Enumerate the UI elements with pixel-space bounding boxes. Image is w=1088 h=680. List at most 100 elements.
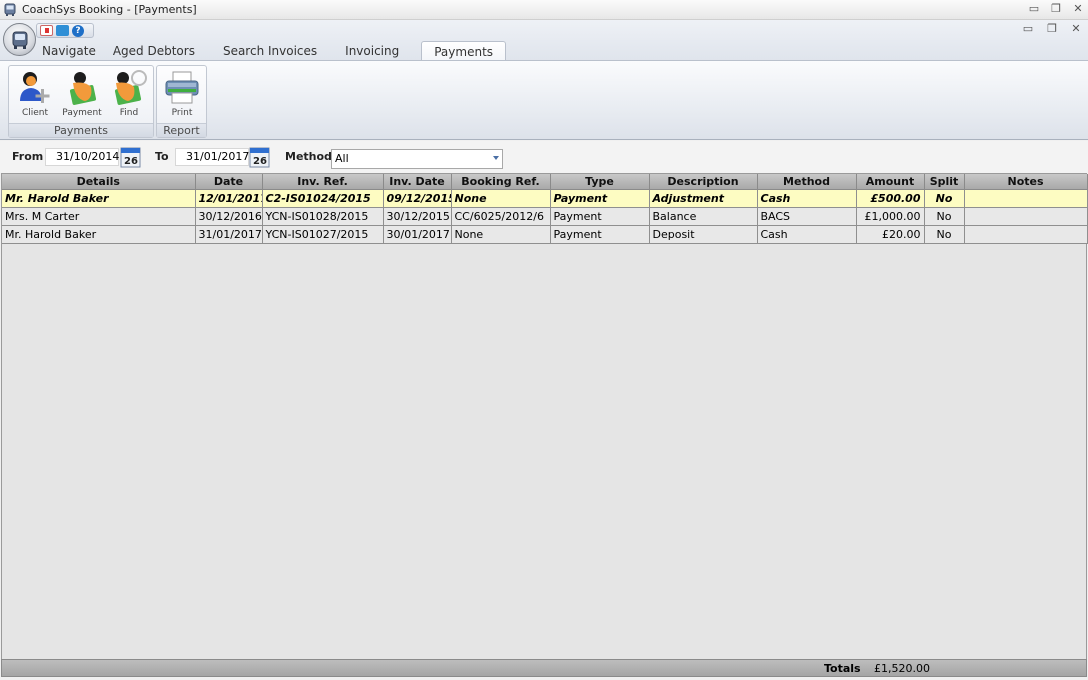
ribbon-tabs: Navigate Aged Debtors Search Invoices In…	[36, 41, 507, 61]
cell-inv-ref[interactable]: C2-IS01024/2015	[262, 189, 384, 208]
cell-details[interactable]: Mr. Harold Baker	[2, 225, 196, 244]
chevron-down-icon[interactable]	[493, 156, 499, 160]
cell-booking-ref[interactable]: CC/6025/2012/6	[451, 207, 551, 226]
to-label: To	[155, 150, 169, 163]
cell-method[interactable]: BACS	[757, 207, 857, 226]
column-header-booking-ref[interactable]: Booking Ref.	[451, 174, 551, 190]
cell-description[interactable]: Deposit	[649, 225, 758, 244]
table-row[interactable]: Mr. Harold Baker 31/01/2017 YCN-IS01027/…	[2, 225, 1088, 244]
minimize-icon[interactable]: ▭	[1028, 2, 1040, 16]
cell-amount[interactable]: £20.00	[856, 225, 925, 244]
cell-type[interactable]: Payment	[550, 189, 650, 208]
cell-notes[interactable]	[964, 189, 1088, 208]
table-row[interactable]: Mrs. M Carter 30/12/2016 YCN-IS01028/201…	[2, 207, 1088, 226]
column-header-details[interactable]: Details	[2, 174, 196, 190]
cell-description[interactable]: Balance	[649, 207, 758, 226]
to-date-input[interactable]: 31/01/2017	[175, 148, 249, 166]
help-icon[interactable]: ?	[72, 24, 84, 37]
add-client-icon	[20, 72, 50, 103]
exit-icon[interactable]	[56, 25, 69, 36]
column-header-inv-ref[interactable]: Inv. Ref.	[262, 174, 384, 190]
cell-type[interactable]: Payment	[550, 225, 650, 244]
cell-notes[interactable]	[964, 207, 1088, 226]
print-label: Print	[171, 108, 193, 118]
print-button[interactable]: Print	[159, 68, 205, 122]
find-payment-icon	[114, 70, 147, 105]
find-button[interactable]: Find	[106, 68, 152, 122]
cell-date[interactable]: 12/01/2017	[195, 189, 263, 208]
find-label: Find	[119, 108, 139, 118]
cell-details[interactable]: Mr. Harold Baker	[2, 189, 196, 208]
column-header-inv-date[interactable]: Inv. Date	[383, 174, 452, 190]
calendar-icon: 26	[120, 147, 141, 168]
cell-booking-ref[interactable]: None	[451, 225, 551, 244]
tab-aged-debtors[interactable]: Aged Debtors	[102, 41, 208, 61]
column-header-date[interactable]: Date	[195, 174, 263, 190]
tab-invoicing[interactable]: Invoicing	[330, 41, 411, 61]
cell-split[interactable]: No	[924, 207, 965, 226]
cell-description[interactable]: Adjustment	[649, 189, 758, 208]
from-date-input[interactable]: 31/10/2014	[45, 148, 119, 166]
payment-label: Payment	[62, 108, 102, 118]
filter-bar: From 31/10/2014 26 To 31/01/2017 26 Meth…	[0, 141, 1088, 173]
close-icon[interactable]: ✕	[1072, 2, 1084, 16]
cell-date[interactable]: 30/12/2016	[195, 207, 263, 226]
method-select[interactable]: All	[331, 149, 503, 169]
cell-notes[interactable]	[964, 225, 1088, 244]
cell-inv-date[interactable]: 30/12/2015	[383, 207, 452, 226]
cell-details[interactable]: Mrs. M Carter	[2, 207, 196, 226]
mdi-minimize-icon[interactable]: ▭	[1022, 22, 1034, 36]
cell-method[interactable]: Cash	[757, 225, 857, 244]
report-group-label: Report	[157, 123, 206, 137]
mdi-restore-icon[interactable]: ❐	[1046, 22, 1058, 36]
cell-amount[interactable]: £1,000.00	[856, 207, 925, 226]
cell-split[interactable]: No	[924, 189, 965, 208]
coach-icon	[12, 31, 27, 49]
app-menu-button[interactable]	[3, 23, 36, 56]
column-header-notes[interactable]: Notes	[964, 174, 1088, 190]
payments-group-label: Payments	[9, 123, 153, 137]
totals-label: Totals	[824, 662, 861, 675]
payment-button[interactable]: Payment	[59, 68, 105, 122]
ribbon-header: ? ▭ ❐ ✕ Navigate Aged Debtors Search Inv…	[0, 20, 1088, 61]
table-header-row: Details Date Inv. Ref. Inv. Date Booking…	[2, 174, 1088, 190]
column-header-description[interactable]: Description	[649, 174, 758, 190]
cell-inv-date[interactable]: 09/12/2015	[383, 189, 452, 208]
calendar-day: 26	[253, 156, 267, 167]
restore-icon[interactable]: ❐	[1050, 2, 1062, 16]
title-bar: CoachSys Booking - [Payments] ▭ ❐ ✕	[0, 0, 1088, 20]
column-header-type[interactable]: Type	[550, 174, 650, 190]
cell-booking-ref[interactable]: None	[451, 189, 551, 208]
cell-inv-date[interactable]: 30/01/2017	[383, 225, 452, 244]
flag-icon[interactable]	[40, 25, 53, 36]
column-header-amount[interactable]: Amount	[856, 174, 925, 190]
method-select-value: All	[335, 152, 349, 165]
table-row[interactable]: Mr. Harold Baker 12/01/2017 C2-IS01024/2…	[2, 189, 1088, 208]
to-calendar-button[interactable]: 26	[249, 147, 271, 168]
cell-method[interactable]: Cash	[757, 189, 857, 208]
totals-bar: Totals £1,520.00	[1, 659, 1087, 677]
client-label: Client	[21, 108, 49, 118]
cell-type[interactable]: Payment	[550, 207, 650, 226]
column-header-method[interactable]: Method	[757, 174, 857, 190]
cell-inv-ref[interactable]: YCN-IS01028/2015	[262, 207, 384, 226]
payments-table: Details Date Inv. Ref. Inv. Date Booking…	[2, 174, 1088, 244]
cell-split[interactable]: No	[924, 225, 965, 244]
mdi-close-icon[interactable]: ✕	[1070, 22, 1082, 36]
calendar-icon: 26	[249, 147, 270, 168]
cell-date[interactable]: 31/01/2017	[195, 225, 263, 244]
cell-inv-ref[interactable]: YCN-IS01027/2015	[262, 225, 384, 244]
quick-access-toolbar: ?	[36, 23, 94, 38]
calendar-day: 26	[124, 156, 138, 167]
tab-payments[interactable]: Payments	[421, 41, 507, 61]
cell-amount[interactable]: £500.00	[856, 189, 925, 208]
totals-value: £1,520.00	[874, 662, 930, 675]
client-button[interactable]: Client	[12, 68, 58, 122]
window-title: CoachSys Booking - [Payments]	[22, 3, 197, 16]
tab-search-invoices[interactable]: Search Invoices	[208, 41, 330, 61]
report-group: Print Report	[156, 65, 207, 138]
bus-icon	[4, 3, 16, 16]
tab-navigate[interactable]: Navigate	[36, 41, 102, 61]
column-header-split[interactable]: Split	[924, 174, 965, 190]
from-calendar-button[interactable]: 26	[120, 147, 142, 168]
